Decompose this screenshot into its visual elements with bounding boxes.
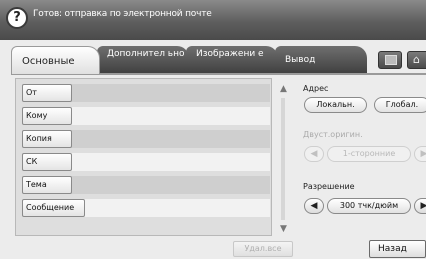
tab-advanced[interactable]: Дополнител ьно — [97, 46, 189, 74]
window-button[interactable] — [378, 51, 402, 69]
list-row-bcc: СК — [22, 153, 271, 171]
email-screen: ? Готов: отправка по электронной почте Д… — [0, 0, 426, 259]
cc-value[interactable] — [70, 130, 270, 148]
from-value[interactable] — [70, 84, 270, 102]
bcc-value[interactable] — [70, 153, 270, 171]
address-label: Адрес — [303, 84, 329, 93]
scroll-down-button[interactable]: ▼ — [276, 222, 291, 236]
help-icon[interactable]: ? — [6, 7, 28, 29]
subject-value[interactable] — [70, 176, 270, 194]
tab-output[interactable]: Вывод — [275, 46, 367, 74]
tab-basic[interactable]: Основные — [11, 46, 100, 74]
recipient-list: От Кому Копия СК Тема Сообщение — [15, 78, 272, 236]
list-row-to: Кому — [22, 107, 271, 125]
subject-button[interactable]: Тема — [22, 176, 72, 194]
window-icon — [385, 55, 397, 65]
resolution-next-button[interactable]: ▶ — [414, 198, 426, 214]
resolution-label: Разрешение — [303, 182, 355, 191]
resolution-prev-button[interactable]: ◀ — [304, 198, 324, 214]
scroll-up-button[interactable]: ▲ — [276, 82, 291, 96]
from-button[interactable]: От — [22, 84, 72, 102]
bcc-button[interactable]: СК — [22, 153, 72, 171]
home-icon: ⌂ — [413, 53, 420, 66]
list-row-from: От — [22, 84, 271, 102]
resolution-value: 300 тчк/дюйм — [327, 198, 411, 214]
duplex-label: Двуст.оригин. — [303, 130, 363, 139]
cc-button[interactable]: Копия — [22, 130, 72, 148]
message-button[interactable]: Сообщение — [22, 199, 85, 217]
to-value[interactable] — [70, 107, 270, 125]
local-address-button[interactable]: Локальн. — [304, 97, 367, 113]
duplex-value: 1-сторонние — [327, 146, 411, 162]
to-button[interactable]: Кому — [22, 107, 72, 125]
message-value[interactable] — [70, 199, 270, 217]
status-message: Готов: отправка по электронной почте — [33, 9, 212, 19]
scrollbar-track[interactable] — [281, 98, 285, 220]
delete-all-button[interactable]: Удал.все — [233, 241, 293, 257]
global-address-button[interactable]: Глобал. — [374, 97, 426, 113]
back-button[interactable]: Назад — [369, 240, 426, 258]
list-row-cc: Копия — [22, 130, 271, 148]
duplex-next-button[interactable]: ▶ — [414, 146, 426, 162]
duplex-prev-button[interactable]: ◀ — [304, 146, 324, 162]
tab-image[interactable]: Изображени е — [186, 46, 278, 74]
home-button[interactable]: ⌂ — [407, 51, 426, 69]
status-header: ? Готов: отправка по электронной почте — [0, 0, 426, 40]
list-row-message: Сообщение — [22, 199, 271, 217]
list-row-subject: Тема — [22, 176, 271, 194]
